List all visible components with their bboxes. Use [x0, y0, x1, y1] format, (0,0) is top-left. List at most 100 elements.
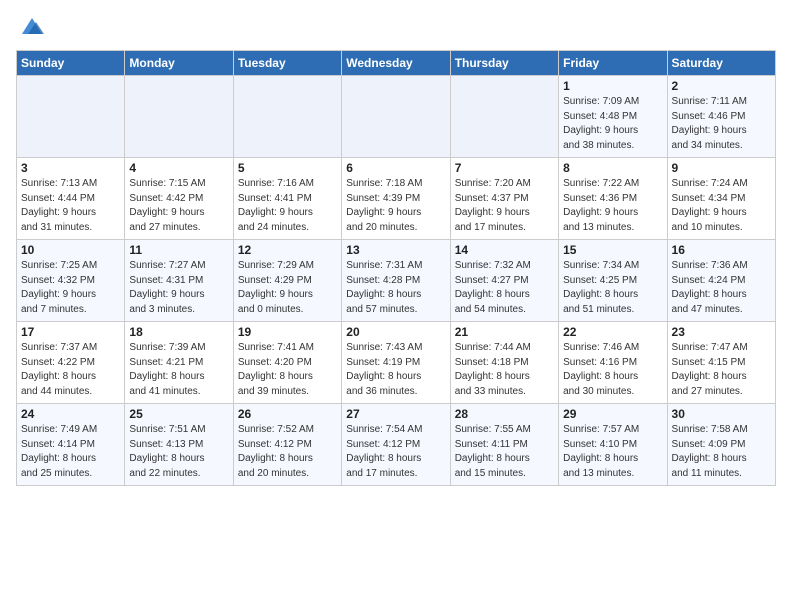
- calendar-cell: 6 Sunrise: 7:18 AM Sunset: 4:39 PM Daylig…: [342, 158, 450, 240]
- day-info: Sunrise: 7:39 AM Sunset: 4:21 PM Dayligh…: [129, 341, 228, 399]
- calendar-cell: [125, 76, 233, 158]
- day-number: 28: [455, 407, 554, 421]
- calendar-cell: 18Sunrise: 7:39 AM Sunset: 4:21 PM Dayli…: [125, 322, 233, 404]
- day-number: 12: [238, 243, 337, 257]
- calendar-cell: [17, 76, 125, 158]
- calendar-cell: [342, 76, 450, 158]
- calendar-cell: 7 Sunrise: 7:20 AM Sunset: 4:37 PM Daylig…: [450, 158, 558, 240]
- calendar-cell: 4Sunrise: 7:15 AM Sunset: 4:42 PM Daylig…: [125, 158, 233, 240]
- day-number: 16: [672, 243, 771, 257]
- day-number: 22: [563, 325, 662, 339]
- day-number: 1: [563, 79, 662, 93]
- weekday-header-friday: Friday: [559, 51, 667, 76]
- weekday-header-saturday: Saturday: [667, 51, 775, 76]
- logo: [16, 12, 46, 40]
- calendar-cell: [233, 76, 341, 158]
- calendar-cell: 9 Sunrise: 7:24 AM Sunset: 4:34 PM Daylig…: [667, 158, 775, 240]
- day-info: Sunrise: 7:31 AM Sunset: 4:28 PM Dayligh…: [346, 259, 445, 317]
- day-info: Sunrise: 7:27 AM Sunset: 4:31 PM Dayligh…: [129, 259, 228, 317]
- calendar-cell: 22Sunrise: 7:46 AM Sunset: 4:16 PM Dayli…: [559, 322, 667, 404]
- day-info: Sunrise: 7:37 AM Sunset: 4:22 PM Dayligh…: [21, 341, 120, 399]
- day-info: Sunrise: 7:16 AM Sunset: 4:41 PM Dayligh…: [238, 177, 337, 235]
- day-number: 21: [455, 325, 554, 339]
- day-number: 19: [238, 325, 337, 339]
- calendar-cell: 25Sunrise: 7:51 AM Sunset: 4:13 PM Dayli…: [125, 404, 233, 486]
- day-number: 26: [238, 407, 337, 421]
- day-info: Sunrise: 7:36 AM Sunset: 4:24 PM Dayligh…: [672, 259, 771, 317]
- day-info: Sunrise: 7:13 AM Sunset: 4:44 PM Dayligh…: [21, 177, 120, 235]
- calendar-week-0: 1 Sunrise: 7:09 AM Sunset: 4:48 PM Daylig…: [17, 76, 776, 158]
- calendar-cell: 17 Sunrise: 7:37 AM Sunset: 4:22 PM Dayli…: [17, 322, 125, 404]
- day-number: 6: [346, 161, 445, 175]
- calendar-cell: 13 Sunrise: 7:31 AM Sunset: 4:28 PM Dayli…: [342, 240, 450, 322]
- day-number: 10: [21, 243, 120, 257]
- day-info: Sunrise: 7:57 AM Sunset: 4:10 PM Dayligh…: [563, 423, 662, 481]
- day-info: Sunrise: 7:18 AM Sunset: 4:39 PM Dayligh…: [346, 177, 445, 235]
- calendar-cell: 12 Sunrise: 7:29 AM Sunset: 4:29 PM Dayli…: [233, 240, 341, 322]
- day-info: Sunrise: 7:29 AM Sunset: 4:29 PM Dayligh…: [238, 259, 337, 317]
- header-row: SundayMondayTuesdayWednesdayThursdayFrid…: [17, 51, 776, 76]
- day-number: 7: [455, 161, 554, 175]
- day-info: Sunrise: 7:22 AM Sunset: 4:36 PM Dayligh…: [563, 177, 662, 235]
- day-info: Sunrise: 7:55 AM Sunset: 4:11 PM Dayligh…: [455, 423, 554, 481]
- page-header: [16, 12, 776, 40]
- day-number: 15: [563, 243, 662, 257]
- day-number: 13: [346, 243, 445, 257]
- day-info: Sunrise: 7:09 AM Sunset: 4:48 PM Dayligh…: [563, 95, 662, 153]
- calendar-cell: 2Sunrise: 7:11 AM Sunset: 4:46 PM Daylig…: [667, 76, 775, 158]
- weekday-header-sunday: Sunday: [17, 51, 125, 76]
- day-info: Sunrise: 7:54 AM Sunset: 4:12 PM Dayligh…: [346, 423, 445, 481]
- day-info: Sunrise: 7:41 AM Sunset: 4:20 PM Dayligh…: [238, 341, 337, 399]
- day-info: Sunrise: 7:15 AM Sunset: 4:42 PM Dayligh…: [129, 177, 228, 235]
- day-info: Sunrise: 7:44 AM Sunset: 4:18 PM Dayligh…: [455, 341, 554, 399]
- day-number: 9: [672, 161, 771, 175]
- day-info: Sunrise: 7:24 AM Sunset: 4:34 PM Dayligh…: [672, 177, 771, 235]
- calendar-cell: 29 Sunrise: 7:57 AM Sunset: 4:10 PM Dayli…: [559, 404, 667, 486]
- calendar-cell: 15 Sunrise: 7:34 AM Sunset: 4:25 PM Dayli…: [559, 240, 667, 322]
- day-info: Sunrise: 7:58 AM Sunset: 4:09 PM Dayligh…: [672, 423, 771, 481]
- day-number: 17: [21, 325, 120, 339]
- day-info: Sunrise: 7:20 AM Sunset: 4:37 PM Dayligh…: [455, 177, 554, 235]
- calendar-week-1: 3 Sunrise: 7:13 AM Sunset: 4:44 PM Daylig…: [17, 158, 776, 240]
- day-number: 5: [238, 161, 337, 175]
- day-number: 29: [563, 407, 662, 421]
- calendar-week-3: 17 Sunrise: 7:37 AM Sunset: 4:22 PM Dayli…: [17, 322, 776, 404]
- calendar-cell: 27 Sunrise: 7:54 AM Sunset: 4:12 PM Dayli…: [342, 404, 450, 486]
- calendar-cell: 23 Sunrise: 7:47 AM Sunset: 4:15 PM Dayli…: [667, 322, 775, 404]
- calendar-cell: 30Sunrise: 7:58 AM Sunset: 4:09 PM Dayli…: [667, 404, 775, 486]
- day-number: 11: [129, 243, 228, 257]
- page-container: SundayMondayTuesdayWednesdayThursdayFrid…: [0, 0, 792, 494]
- day-info: Sunrise: 7:11 AM Sunset: 4:46 PM Dayligh…: [672, 95, 771, 153]
- calendar-cell: 14Sunrise: 7:32 AM Sunset: 4:27 PM Dayli…: [450, 240, 558, 322]
- day-number: 23: [672, 325, 771, 339]
- day-number: 27: [346, 407, 445, 421]
- calendar-cell: 11 Sunrise: 7:27 AM Sunset: 4:31 PM Dayli…: [125, 240, 233, 322]
- day-info: Sunrise: 7:25 AM Sunset: 4:32 PM Dayligh…: [21, 259, 120, 317]
- logo-icon: [18, 12, 46, 40]
- day-info: Sunrise: 7:34 AM Sunset: 4:25 PM Dayligh…: [563, 259, 662, 317]
- calendar-cell: [450, 76, 558, 158]
- day-number: 24: [21, 407, 120, 421]
- calendar-cell: 19 Sunrise: 7:41 AM Sunset: 4:20 PM Dayli…: [233, 322, 341, 404]
- calendar-cell: 3 Sunrise: 7:13 AM Sunset: 4:44 PM Daylig…: [17, 158, 125, 240]
- day-number: 14: [455, 243, 554, 257]
- day-number: 8: [563, 161, 662, 175]
- weekday-header-tuesday: Tuesday: [233, 51, 341, 76]
- calendar-cell: 20 Sunrise: 7:43 AM Sunset: 4:19 PM Dayli…: [342, 322, 450, 404]
- day-info: Sunrise: 7:51 AM Sunset: 4:13 PM Dayligh…: [129, 423, 228, 481]
- calendar-cell: 24 Sunrise: 7:49 AM Sunset: 4:14 PM Dayli…: [17, 404, 125, 486]
- day-number: 20: [346, 325, 445, 339]
- weekday-header-monday: Monday: [125, 51, 233, 76]
- day-info: Sunrise: 7:49 AM Sunset: 4:14 PM Dayligh…: [21, 423, 120, 481]
- calendar-cell: 21 Sunrise: 7:44 AM Sunset: 4:18 PM Dayli…: [450, 322, 558, 404]
- calendar-cell: 5 Sunrise: 7:16 AM Sunset: 4:41 PM Daylig…: [233, 158, 341, 240]
- day-number: 3: [21, 161, 120, 175]
- day-info: Sunrise: 7:43 AM Sunset: 4:19 PM Dayligh…: [346, 341, 445, 399]
- calendar-week-4: 24 Sunrise: 7:49 AM Sunset: 4:14 PM Dayli…: [17, 404, 776, 486]
- calendar-cell: 10 Sunrise: 7:25 AM Sunset: 4:32 PM Dayli…: [17, 240, 125, 322]
- weekday-header-thursday: Thursday: [450, 51, 558, 76]
- calendar-cell: 8 Sunrise: 7:22 AM Sunset: 4:36 PM Daylig…: [559, 158, 667, 240]
- weekday-header-wednesday: Wednesday: [342, 51, 450, 76]
- calendar-week-2: 10 Sunrise: 7:25 AM Sunset: 4:32 PM Dayli…: [17, 240, 776, 322]
- day-info: Sunrise: 7:47 AM Sunset: 4:15 PM Dayligh…: [672, 341, 771, 399]
